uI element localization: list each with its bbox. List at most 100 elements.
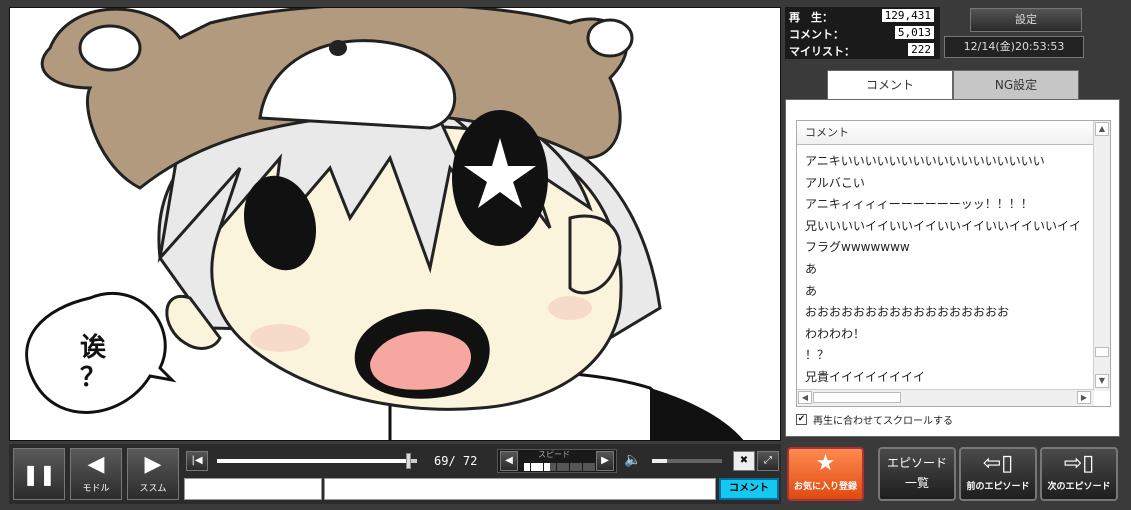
episode-list-button[interactable]: エピソード 一覧 [878, 447, 956, 501]
volume-level [652, 459, 668, 463]
stat-mylist: マイリスト： 222 [785, 42, 940, 58]
tab-ng-settings[interactable]: NG設定 [953, 70, 1079, 100]
horizontal-scroll-thumb[interactable] [813, 392, 901, 403]
back-button[interactable]: ◀ モドル [70, 448, 122, 500]
views-count: 129,431 [881, 9, 934, 22]
scroll-right-icon[interactable]: ▶ [1077, 391, 1091, 404]
comment-input[interactable] [324, 478, 716, 500]
speed-up-icon[interactable]: ▶ [596, 451, 614, 471]
next-episode-icon: ⇨▯ [1063, 451, 1095, 476]
fullscreen-icon[interactable]: ⤢ [757, 451, 779, 471]
video-player[interactable]: 诶 ？ [9, 7, 781, 441]
comment-row[interactable]: アニキいいいいいいいいいいいいいいいいい [797, 151, 1094, 173]
datetime-display: 12/14(金)20:53:53 [944, 36, 1084, 58]
comment-row[interactable]: アニキィィィィーーーーーーッッ！！！！ [797, 194, 1094, 216]
time-display: 69/ 72 [434, 454, 477, 468]
speech-bubble-char-1: 诶 [80, 332, 107, 363]
comment-row[interactable]: 兄貴イイイイイイイイ [797, 367, 1094, 388]
comment-row[interactable]: あ [797, 281, 1094, 303]
comment-input-row: コメント [184, 478, 779, 500]
speech-bubble-char-2: ？ [80, 363, 106, 393]
comment-row[interactable]: あ [797, 259, 1094, 281]
speed-segment [563, 463, 569, 471]
comments-count: 5,013 [894, 26, 934, 39]
time-current: 69 [434, 454, 449, 468]
episode-list-label-1: エピソード [886, 456, 947, 470]
volume-slider[interactable] [652, 459, 722, 463]
panel-tabs: コメント NG設定 [785, 70, 1120, 100]
speed-segment [550, 463, 556, 471]
views-label: 再 生： [789, 11, 833, 24]
scroll-left-icon[interactable]: ◀ [798, 391, 812, 404]
comment-row[interactable]: おおおおおおおおおおおおおおおおお [797, 302, 1094, 324]
stat-views: 再 生： 129,431 [785, 8, 940, 24]
scroll-thumb[interactable] [1095, 347, 1109, 357]
prev-episode-icon: ⇦▯ [982, 451, 1014, 476]
speed-segment [530, 463, 537, 471]
seek-row: |◀ 69/ 72 ◀ スピード ▶ 🔈 ✖ ⤢ [184, 449, 779, 473]
star-icon: ★ [815, 451, 836, 476]
speed-segment [582, 463, 589, 471]
pause-icon: ❚❚ [22, 462, 56, 486]
stats-panel: 再 生： 129,431 コメント： 5,013 マイリスト： 222 [785, 7, 940, 59]
next-episode-button[interactable]: ⇨▯ 次のエピソード [1040, 447, 1118, 501]
comment-row[interactable]: わわわわ！ [797, 324, 1094, 346]
horizontal-scrollbar[interactable]: ◀ ▶ [797, 389, 1094, 406]
comment-panel: コメント アニキいいいいいいいいいいいいいいいいい アルバこい アニキィィィィーーー… [785, 99, 1120, 437]
speed-segment [576, 463, 582, 471]
comment-toggle-icon[interactable]: ✖ [733, 451, 755, 471]
scroll-sync-label: 再生に合わせてスクロールする [813, 416, 953, 427]
pause-button[interactable]: ❚❚ [13, 448, 65, 500]
scroll-up-icon[interactable]: ▲ [1095, 122, 1109, 136]
prev-episode-button[interactable]: ⇦▯ 前のエピソード [959, 447, 1037, 501]
forward-label: ススム [139, 484, 167, 494]
comment-row[interactable]: 兄いいいいイイいいイイいいイイいいイイいいイイ [797, 216, 1094, 238]
scroll-sync-checkbox[interactable]: ✔ [796, 414, 807, 425]
mylist-count: 222 [908, 43, 934, 56]
skip-to-start-icon[interactable]: |◀ [186, 451, 208, 471]
favorite-button[interactable]: ★ お気に入り登録 [787, 447, 864, 501]
comment-row[interactable]: フラグwwwwwww [797, 237, 1094, 259]
arrow-left-icon: ◀ [87, 452, 105, 477]
speed-segment [569, 463, 576, 471]
seek-progress [217, 459, 409, 463]
volume-control: 🔈 [622, 449, 730, 473]
forward-button[interactable]: ▶ ススム [127, 448, 179, 500]
episode-list-label-2: 一覧 [904, 476, 929, 490]
favorite-label: お気に入り登録 [793, 482, 857, 492]
time-separator: / [448, 454, 456, 468]
scroll-sync-option[interactable]: ✔ 再生に合わせてスクロールする [796, 412, 953, 427]
command-input[interactable] [184, 478, 322, 500]
back-label: モドル [82, 484, 110, 494]
speed-segment [543, 463, 550, 471]
next-episode-label: 次のエピソード [1047, 482, 1111, 492]
speaker-icon[interactable]: 🔈 [622, 451, 644, 471]
stat-comments: コメント： 5,013 [785, 25, 940, 41]
comment-list[interactable]: コメント アニキいいいいいいいいいいいいいいいいい アルバこい アニキィィィィーーー… [796, 120, 1111, 407]
prev-episode-label: 前のエピソード [966, 482, 1030, 492]
speed-segment [589, 463, 595, 471]
comment-send-button[interactable]: コメント [719, 478, 779, 500]
speed-control: ◀ スピード ▶ [497, 449, 617, 473]
tab-comment[interactable]: コメント [827, 70, 953, 100]
speed-down-icon[interactable]: ◀ [500, 451, 518, 471]
seek-handle[interactable] [405, 453, 411, 469]
comment-row[interactable]: ！？ [797, 345, 1094, 367]
mylist-label: マイリスト： [789, 45, 855, 58]
time-total: 72 [462, 454, 478, 468]
arrow-right-icon: ▶ [144, 452, 162, 477]
speed-segment [537, 463, 543, 471]
vertical-scrollbar[interactable]: ▲ ▼ [1093, 121, 1110, 391]
comment-list-header[interactable]: コメント [797, 121, 1094, 145]
speed-segment [524, 463, 530, 471]
speed-label: スピード [538, 450, 570, 459]
control-bar: ❚❚ ◀ モドル ▶ ススム |◀ 69/ 72 ◀ スピード ▶ 🔈 ✖ ⤢ … [9, 444, 781, 504]
video-frame-illustration: 诶 ？ [25, 8, 744, 440]
comment-rows: アニキいいいいいいいいいいいいいいいいい アルバこい アニキィィィィーーーーーーッッ… [797, 151, 1094, 388]
settings-button[interactable]: 設定 [970, 8, 1082, 32]
speed-segment [556, 463, 563, 471]
comment-row[interactable]: アルバこい [797, 173, 1094, 195]
scroll-down-icon[interactable]: ▼ [1095, 374, 1109, 388]
comments-label: コメント： [789, 28, 844, 41]
seek-bar[interactable] [217, 453, 417, 469]
